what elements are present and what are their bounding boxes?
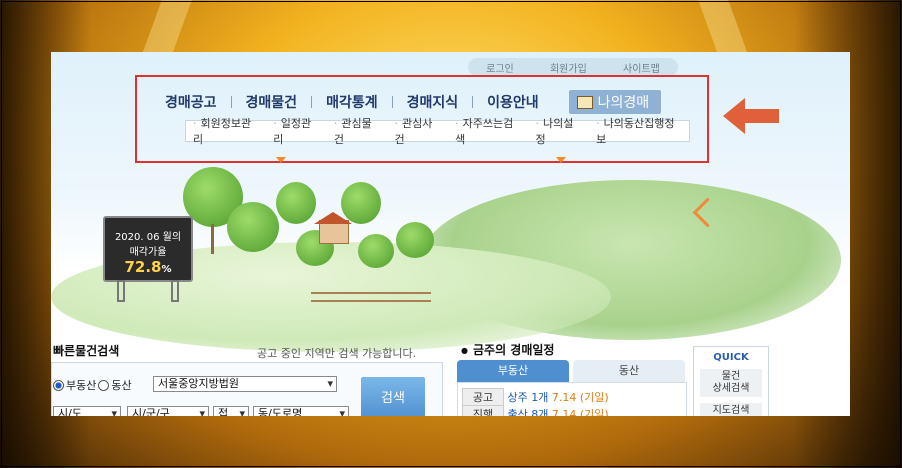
- tree: [276, 182, 316, 224]
- triangle-marker: [276, 157, 286, 163]
- tree: [227, 202, 279, 252]
- sign-unit: %: [161, 264, 172, 275]
- sign-leg: [117, 280, 125, 302]
- property-type-radios: 부동산 동산: [53, 377, 132, 393]
- sign-month: 2020. 06 월의: [114, 232, 182, 243]
- tab-real-estate[interactable]: 부동산: [457, 360, 569, 382]
- tree-trunk: [211, 224, 214, 254]
- schedule-row-text: 출산 8개: [507, 408, 549, 416]
- house-roof: [314, 212, 352, 224]
- triangle-marker: [556, 157, 566, 163]
- tree: [396, 222, 434, 258]
- detailed-search-button[interactable]: 물건 상세검색: [700, 369, 762, 397]
- radio-real-estate[interactable]: [53, 379, 64, 391]
- map-search-button[interactable]: 지도검색: [700, 403, 762, 416]
- search-button[interactable]: 검색: [361, 377, 425, 416]
- quick-menu-title: QUICK: [713, 352, 749, 363]
- sitemap-link[interactable]: 사이트맵: [623, 60, 660, 75]
- signup-link[interactable]: 회원가입: [550, 60, 587, 75]
- quick-search-note: 공고 중인 지역만 검색 가능합니다.: [257, 347, 417, 360]
- quick-menu: QUICK 물건 상세검색 지도검색: [693, 346, 769, 416]
- sign-leg: [171, 280, 179, 302]
- court-select[interactable]: 서울중앙지방법원: [153, 376, 337, 392]
- radio-movable-label: 동산: [111, 379, 132, 392]
- quick-search-title: 빠른물건검색: [53, 344, 120, 358]
- schedule-row[interactable]: 진행 출산 8개 7.14 (기일): [462, 405, 609, 416]
- sign-label: 매각가율: [129, 247, 167, 258]
- schedule-row-date: 7.14 (기일): [551, 391, 609, 404]
- road-select[interactable]: 동/도로명: [253, 406, 349, 416]
- schedule-title: 금주의 경매일정: [461, 341, 554, 358]
- login-link[interactable]: 로그인: [486, 60, 514, 75]
- radio-movable[interactable]: [98, 379, 110, 391]
- arrow-left-icon: [723, 98, 779, 134]
- highlight-box: [135, 75, 709, 163]
- schedule-row-text: 상주 1개: [507, 391, 549, 404]
- schedule-list: 공고 상주 1개 7.14 (기일) 진행 출산 8개 7.14 (기일): [457, 382, 687, 416]
- gu-select[interactable]: 시/군/구: [127, 406, 209, 416]
- schedule-row[interactable]: 공고 상주 1개 7.14 (기일): [462, 388, 609, 406]
- tree: [358, 234, 394, 268]
- fence: [311, 292, 431, 302]
- schedule-row-label: 진행: [462, 405, 504, 416]
- sign-rate: 72.8: [124, 258, 162, 276]
- schedule-row-label: 공고: [462, 388, 504, 406]
- schedule-row-date: 7.14 (기일): [551, 408, 609, 416]
- sale-rate-sign: 2020. 06 월의 매각가율 72.8%: [103, 216, 193, 302]
- dong-select[interactable]: 접: [213, 406, 249, 416]
- radio-real-estate-label: 부동산: [66, 379, 97, 392]
- schedule-tabs: 부동산 동산: [457, 360, 685, 382]
- utility-links: 로그인 회원가입 사이트맵: [468, 58, 678, 76]
- tab-movable[interactable]: 동산: [573, 360, 685, 382]
- si-select[interactable]: 시/도: [53, 406, 121, 416]
